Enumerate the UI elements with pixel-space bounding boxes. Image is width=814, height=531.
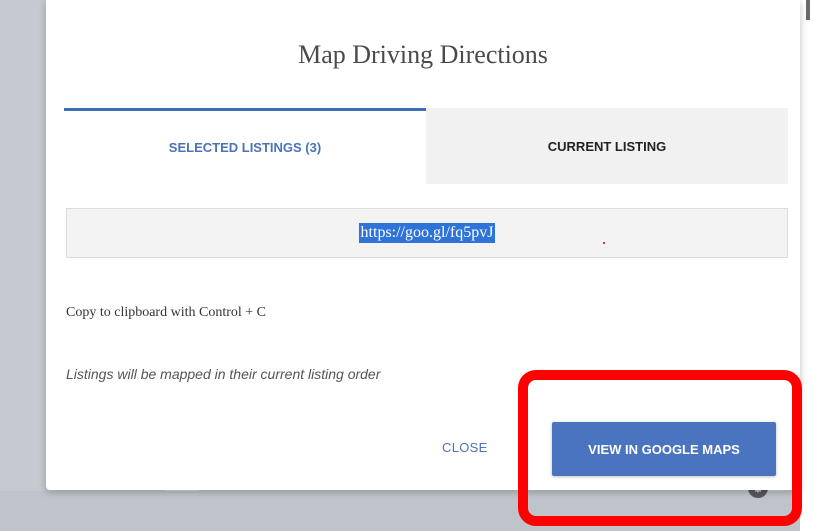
clipboard-hint: Copy to clipboard with Control + C [66,305,266,320]
tab-current-listing-label: CURRENT LISTING [547,138,667,154]
modal-title: Map Driving Directions [298,40,548,69]
tab-current-listing[interactable]: CURRENT LISTING [426,108,788,184]
scroll-marker [806,0,810,20]
right-edge [800,0,814,531]
tab-selected-listings[interactable]: SELECTED LISTINGS (3) [64,108,426,184]
order-note: Listings will be mapped in their current… [66,366,381,382]
close-button[interactable]: CLOSE [442,440,488,455]
listing-tabs: SELECTED LISTINGS (3) CURRENT LISTING [64,108,788,184]
view-in-google-maps-button[interactable]: VIEW IN GOOGLE MAPS [552,422,776,476]
directions-modal: Map Driving Directions SELECTED LISTINGS… [46,0,800,490]
map-bottom-strip [0,491,814,531]
url-field[interactable]: https://goo.gl/fq5pvJ [66,208,788,258]
view-in-google-maps-label: VIEW IN GOOGLE MAPS [588,441,740,457]
tab-selected-listings-label: SELECTED LISTINGS (3) [168,140,322,155]
stray-dot [603,242,605,244]
url-text[interactable]: https://goo.gl/fq5pvJ [358,223,496,243]
